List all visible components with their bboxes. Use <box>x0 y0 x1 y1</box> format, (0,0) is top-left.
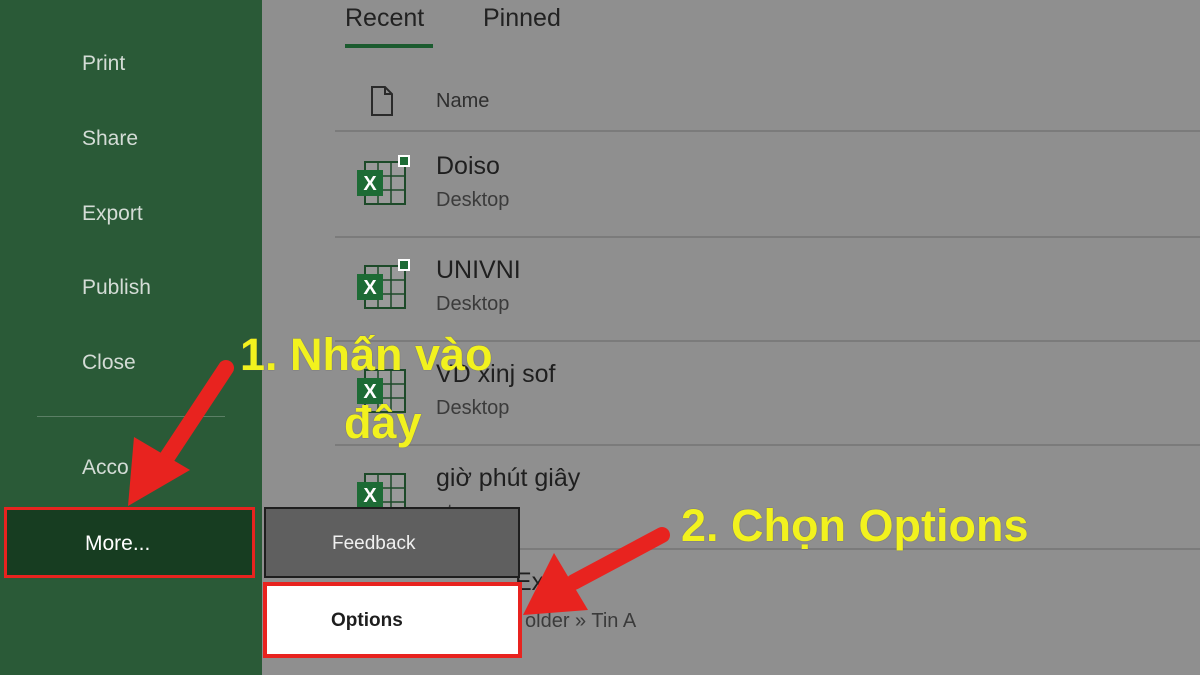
arrow-step1 <box>128 360 234 506</box>
annotation-step1-cont: đây <box>344 397 422 448</box>
arrow-step2 <box>523 527 670 615</box>
annotation-arrows <box>128 360 670 615</box>
annotation-step1: 1. Nhấn vào <box>240 329 493 380</box>
annotation-step2: 2. Chọn Options <box>681 500 1029 551</box>
